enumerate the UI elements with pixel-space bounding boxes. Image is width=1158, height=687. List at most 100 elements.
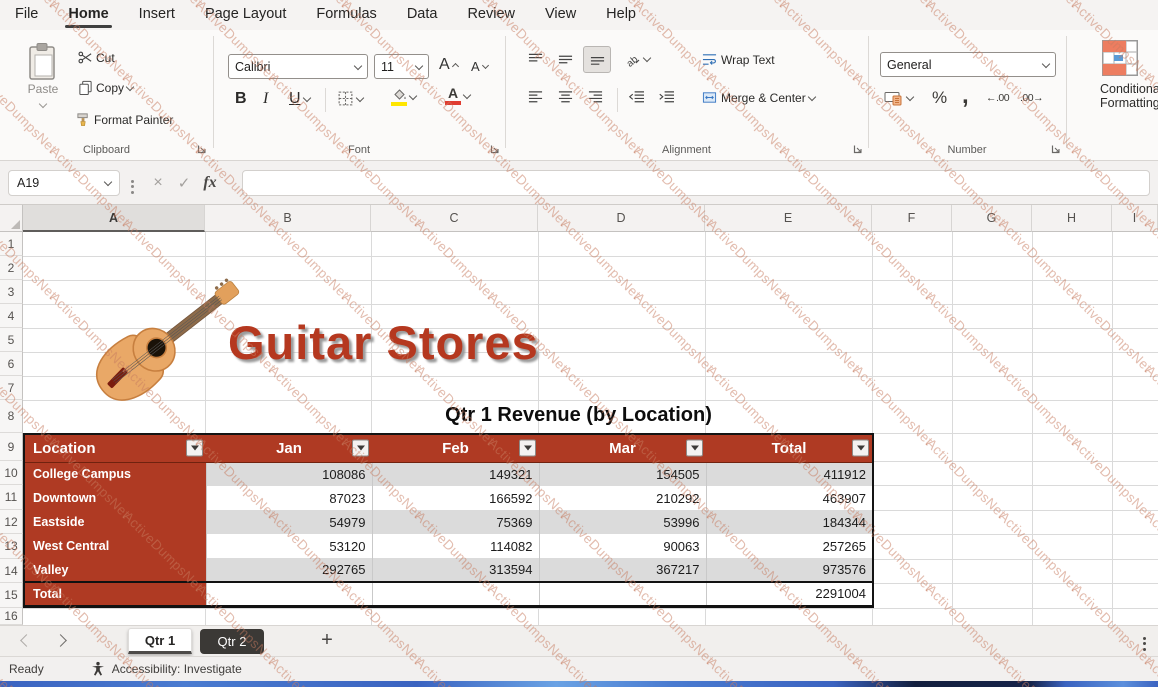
row-header-1[interactable]: 1 (0, 232, 23, 256)
accessibility-status[interactable]: Accessibility: Investigate (112, 662, 242, 676)
tab-insert[interactable]: Insert (124, 1, 190, 29)
merge-center-dropdown-chevron[interactable] (807, 92, 815, 100)
shrink-font-button[interactable]: A (471, 59, 488, 74)
table-row[interactable]: Valley 292765 313594 367217 973576 (24, 558, 873, 582)
cell-feb[interactable]: 114082 (372, 534, 539, 558)
sheet-tab-qtr1[interactable]: Qtr 1 (128, 628, 192, 654)
cancel-button[interactable]: × (146, 170, 170, 196)
wrap-text-button[interactable]: Wrap Text (701, 52, 775, 67)
row-header-3[interactable]: 3 (0, 280, 23, 304)
paste-button[interactable]: Paste (18, 42, 68, 114)
cell-mar[interactable]: 53996 (539, 510, 706, 534)
cell-jan[interactable]: 87023 (206, 486, 372, 510)
align-left-button[interactable] (527, 90, 544, 105)
underline-dropdown-chevron[interactable] (302, 94, 310, 102)
row-header-11[interactable]: 11 (0, 485, 23, 510)
font-color-dropdown-chevron[interactable] (463, 91, 471, 99)
cell-total-jan[interactable] (206, 582, 372, 606)
new-sheet-button[interactable]: + (314, 627, 340, 653)
column-header-B[interactable]: B (205, 205, 371, 232)
cell-location[interactable]: College Campus (24, 462, 206, 486)
comma-style-button[interactable]: , (962, 82, 969, 110)
cell-jan[interactable]: 108086 (206, 462, 372, 486)
formula-input[interactable] (242, 170, 1150, 196)
cell-jan[interactable]: 292765 (206, 558, 372, 582)
align-bottom-button[interactable] (583, 46, 611, 73)
decrease-decimal-button[interactable]: .00→ (1020, 92, 1043, 104)
bold-button[interactable]: B (235, 90, 247, 108)
merge-center-button[interactable]: Merge & Center (701, 90, 815, 105)
align-top-button[interactable] (527, 52, 544, 67)
table-row[interactable]: College Campus 108086 149321 154505 4119… (24, 462, 873, 486)
sheet-options-dots-icon[interactable] (1143, 634, 1146, 653)
tab-view[interactable]: View (530, 1, 591, 29)
copy-button[interactable]: Copy (78, 80, 133, 95)
filter-button-mar[interactable] (686, 440, 703, 457)
row-header-8[interactable]: 8 (0, 400, 23, 433)
align-center-button[interactable] (557, 90, 574, 105)
row-header-9[interactable]: 9 (0, 433, 23, 461)
row-header-4[interactable]: 4 (0, 304, 23, 328)
tab-file[interactable]: File (0, 1, 53, 29)
row-header-13[interactable]: 13 (0, 534, 23, 559)
row-header-7[interactable]: 7 (0, 376, 23, 400)
cell-feb[interactable]: 166592 (372, 486, 539, 510)
orientation-dropdown-chevron[interactable] (643, 54, 651, 62)
percent-style-button[interactable]: % (932, 88, 947, 108)
cut-button[interactable]: Cut (78, 50, 115, 65)
filter-button-jan[interactable] (352, 440, 369, 457)
filter-button-feb[interactable] (519, 440, 536, 457)
underline-button[interactable]: U (289, 90, 310, 108)
row-header-16[interactable]: 16 (0, 608, 23, 625)
cell-total[interactable]: 184344 (706, 510, 873, 534)
column-header-F[interactable]: F (872, 205, 952, 232)
column-header-G[interactable]: G (952, 205, 1032, 232)
column-header-A[interactable]: A (23, 205, 205, 232)
column-header-H[interactable]: H (1032, 205, 1112, 232)
tab-page-layout[interactable]: Page Layout (190, 1, 301, 29)
cell-total-mar[interactable] (539, 582, 706, 606)
cell-mar[interactable]: 367217 (539, 558, 706, 582)
accounting-dropdown-chevron[interactable] (906, 93, 914, 101)
borders-dropdown-chevron[interactable] (356, 93, 364, 101)
sheet-tab-qtr2[interactable]: Qtr 2 (200, 629, 264, 654)
prev-sheet-arrow-icon[interactable] (20, 634, 33, 647)
select-all-corner[interactable] (0, 205, 23, 232)
cell-feb[interactable]: 149321 (372, 462, 539, 486)
row-header-2[interactable]: 2 (0, 256, 23, 280)
row-header-12[interactable]: 12 (0, 510, 23, 534)
name-box-chevron[interactable] (104, 178, 112, 186)
cell-jan[interactable]: 53120 (206, 534, 372, 558)
column-header-C[interactable]: C (371, 205, 538, 232)
filter-button-location[interactable] (186, 440, 203, 457)
enter-button[interactable]: ✓ (172, 170, 196, 196)
cell-grand-total[interactable]: 2291004 (706, 582, 873, 606)
fill-color-button[interactable] (391, 88, 416, 106)
cell-total[interactable]: 973576 (706, 558, 873, 582)
font-size-combo[interactable]: 11 (374, 54, 429, 79)
table-total-row[interactable]: Total 2291004 (24, 582, 873, 606)
row-header-6[interactable]: 6 (0, 352, 23, 376)
cell-location[interactable]: Eastside (24, 510, 206, 534)
conditional-formatting-button[interactable] (1102, 40, 1138, 76)
increase-indent-button[interactable] (657, 90, 676, 105)
font-name-combo[interactable]: Calibri (228, 54, 368, 79)
copy-dropdown-chevron[interactable] (126, 82, 134, 90)
borders-button[interactable] (337, 90, 363, 107)
fill-color-dropdown-chevron[interactable] (409, 92, 417, 100)
insert-function-button[interactable]: fx (198, 170, 222, 196)
alignment-dialog-launcher[interactable] (852, 143, 864, 155)
tab-review[interactable]: Review (452, 1, 530, 29)
align-right-button[interactable] (587, 90, 604, 105)
cell-feb[interactable]: 313594 (372, 558, 539, 582)
row-header-15[interactable]: 15 (0, 583, 23, 608)
align-middle-button[interactable] (557, 52, 574, 67)
italic-button[interactable]: I (263, 90, 268, 108)
name-box[interactable]: A19 (8, 170, 120, 196)
cell-location[interactable]: Downtown (24, 486, 206, 510)
accounting-format-button[interactable] (884, 90, 913, 106)
column-header-I[interactable]: I (1112, 205, 1158, 232)
font-dialog-launcher[interactable] (489, 143, 501, 155)
tab-formulas[interactable]: Formulas (301, 1, 391, 29)
font-color-button[interactable]: A (445, 87, 470, 105)
